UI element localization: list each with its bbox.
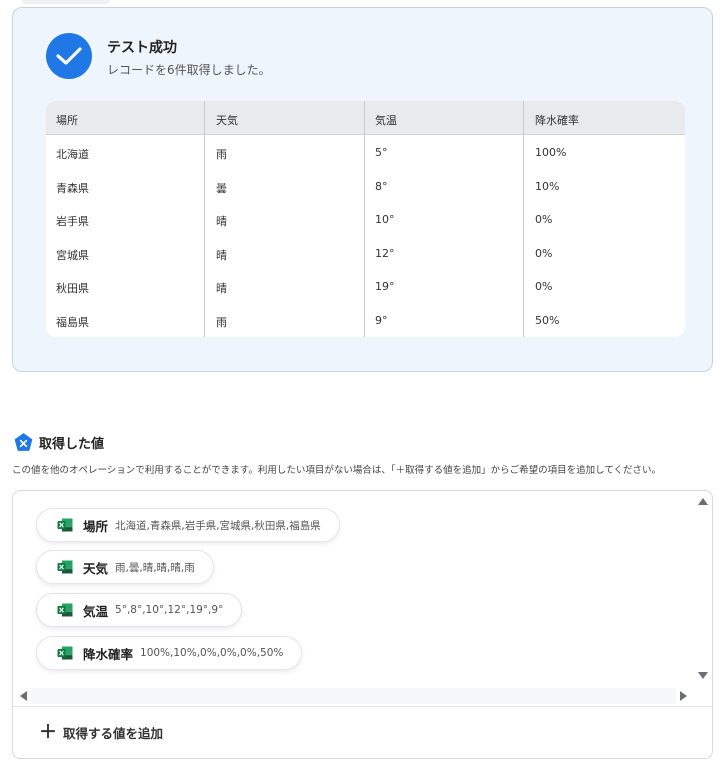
table-cell: 8° (375, 180, 388, 193)
table-cell: 北海道 (56, 148, 89, 161)
chip-value: 100%,10%,0%,0%,0%,50% (140, 647, 284, 659)
value-chip-temperature[interactable]: 気温 5°,8°,10°,12°,19°,9° (36, 593, 243, 627)
table-cell: 晴 (216, 282, 227, 295)
table-cell: 19° (375, 280, 395, 293)
table-cell: 秋田県 (56, 282, 89, 295)
table-cell: 岩手県 (56, 215, 89, 228)
chips-scroll-area[interactable]: 場所 北海道,青森県,岩手県,宮城県,秋田県,福島県 天気 雨,曇,晴,晴,晴,… (13, 491, 694, 686)
column-divider (523, 101, 524, 337)
acquired-values-description: この値を他のオペレーションで利用することができます。利用したい項目がない場合は、… (12, 465, 662, 476)
success-check-icon (46, 33, 92, 79)
column-header: 天気 (216, 114, 238, 127)
column-header: 気温 (375, 114, 397, 127)
value-chip-location[interactable]: 場所 北海道,青森県,岩手県,宮城県,秋田県,福島県 (36, 508, 340, 542)
value-chip-precipitation[interactable]: 降水確率 100%,10%,0%,0%,0%,50% (36, 636, 303, 670)
acquired-values-title: 取得した値 (39, 436, 105, 452)
excel-icon (57, 518, 73, 532)
table-cell: 晴 (216, 249, 227, 262)
column-header: 降水確率 (535, 114, 579, 127)
chip-label: 降水確率 (83, 646, 134, 662)
test-result-card: テスト成功 レコードを6件取得しました。 場所 天気 気温 降水確率 北海道 雨… (12, 7, 713, 372)
scroll-left-arrow-icon[interactable] (20, 691, 27, 701)
table-cell: 曇 (216, 182, 227, 195)
result-subtitle: レコードを6件取得しました。 (107, 63, 271, 77)
add-value-label: 取得する値を追加 (63, 726, 164, 741)
scroll-up-arrow-icon[interactable] (698, 498, 708, 505)
chip-value: 5°,8°,10°,12°,19°,9° (115, 604, 224, 616)
table-cell: 9° (375, 314, 388, 327)
table-header (46, 101, 685, 135)
acquired-values-header: 取得した値 (14, 432, 104, 452)
table-cell: 0% (535, 280, 553, 293)
plus-icon: ＋ (39, 721, 57, 743)
table-cell: 10% (535, 180, 560, 193)
result-table: 場所 天気 気温 降水確率 北海道 雨 5° 100% 青森県 曇 8° 10%… (46, 101, 685, 337)
table-cell: 雨 (216, 148, 227, 161)
column-divider (204, 101, 205, 337)
table-cell: 福島県 (56, 316, 89, 329)
table-cell: 10° (375, 213, 395, 226)
chip-label: 場所 (83, 518, 109, 534)
table-cell: 晴 (216, 215, 227, 228)
variable-badge-icon (14, 432, 33, 451)
table-cell: 50% (535, 314, 560, 327)
value-chip-weather[interactable]: 天気 雨,曇,晴,晴,晴,雨 (36, 550, 214, 584)
column-divider (364, 101, 365, 337)
table-cell: 0% (535, 213, 553, 226)
result-title: テスト成功 (107, 40, 177, 56)
chip-value: 雨,曇,晴,晴,晴,雨 (115, 561, 195, 574)
table-cell: 宮城県 (56, 249, 89, 262)
horizontal-scrollbar[interactable] (13, 686, 694, 706)
excel-icon (57, 646, 73, 660)
excel-icon (57, 603, 73, 617)
excel-icon (57, 560, 73, 574)
table-cell: 雨 (216, 316, 227, 329)
scroll-down-arrow-icon[interactable] (698, 672, 708, 679)
chip-value: 北海道,青森県,岩手県,宮城県,秋田県,福島県 (115, 519, 321, 532)
vertical-scrollbar[interactable] (694, 491, 712, 686)
table-cell: 0% (535, 247, 553, 260)
divider (13, 706, 712, 707)
table-cell: 100% (535, 146, 567, 159)
table-cell: 青森県 (56, 182, 89, 195)
top-edge-fragment (22, 0, 110, 4)
table-cell: 5° (375, 146, 388, 159)
add-acquired-value-button[interactable]: ＋ 取得する値を追加 (39, 723, 163, 742)
chip-label: 天気 (83, 560, 109, 576)
table-cell: 12° (375, 247, 395, 260)
acquired-values-panel: 場所 北海道,青森県,岩手県,宮城県,秋田県,福島県 天気 雨,曇,晴,晴,晴,… (12, 490, 713, 759)
scroll-right-arrow-icon[interactable] (680, 691, 687, 701)
chip-label: 気温 (83, 603, 109, 619)
column-header: 場所 (56, 114, 78, 127)
